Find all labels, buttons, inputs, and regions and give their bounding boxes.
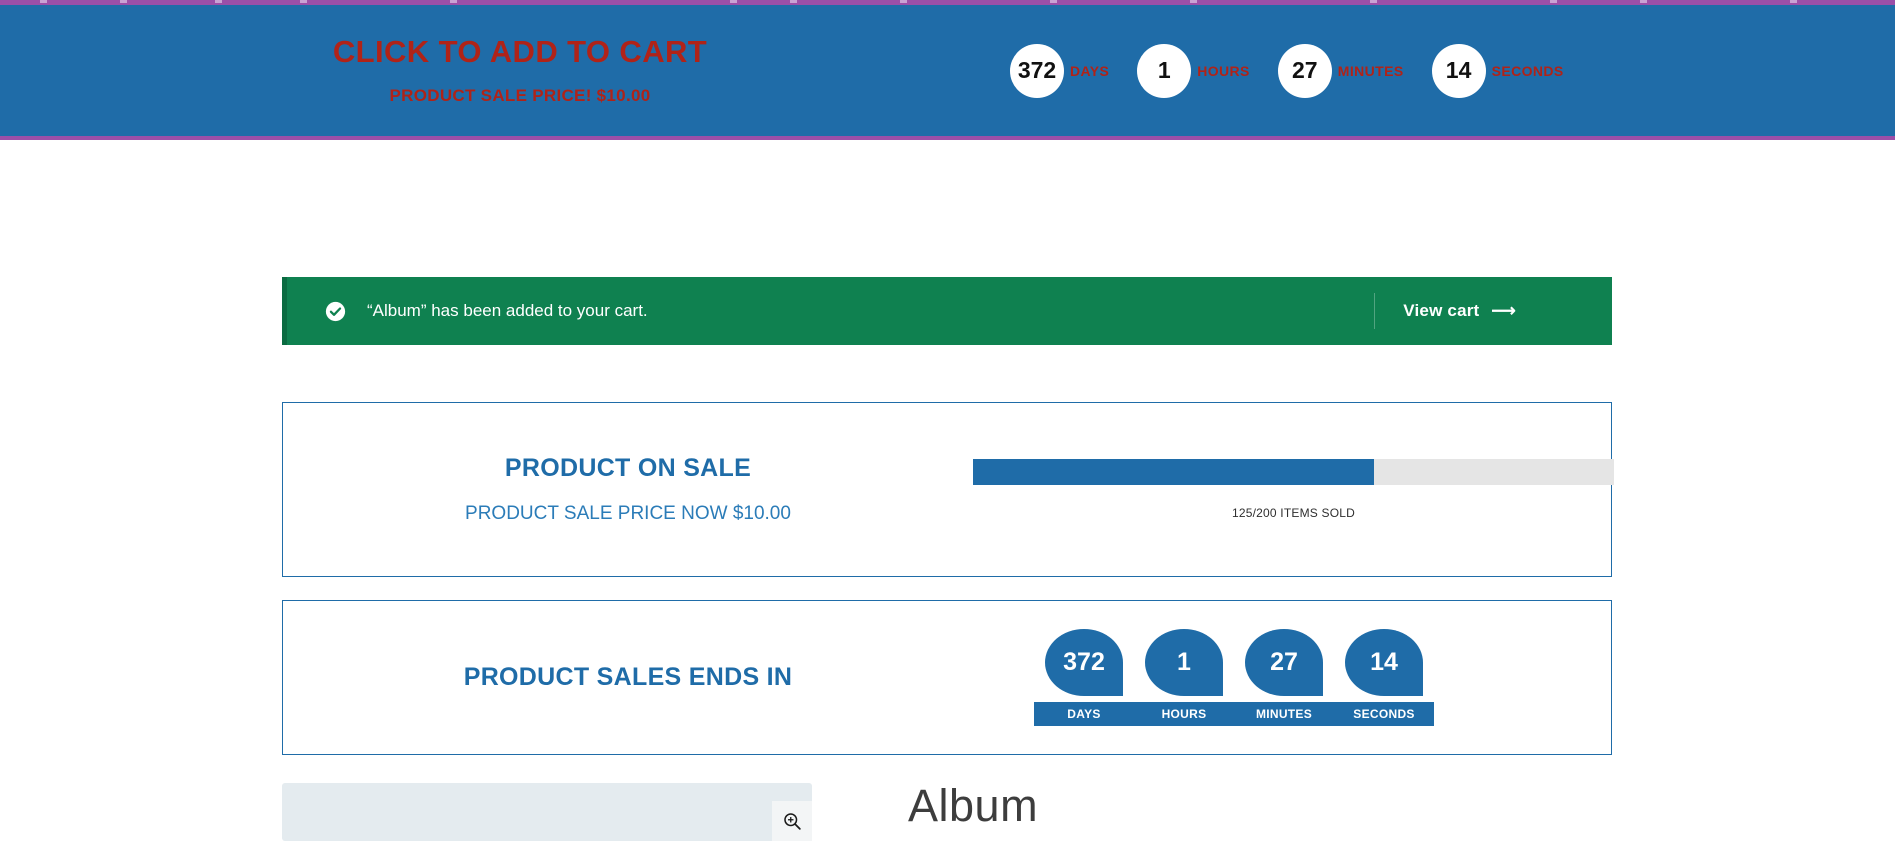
magnifier-plus-icon[interactable] (772, 801, 812, 841)
items-sold-progress-bar (973, 459, 1614, 485)
promo-countdown-value-hours: 1 (1137, 43, 1192, 98)
view-cart-link[interactable]: View cart ⟶ (1403, 301, 1516, 321)
cart-notice-content: “Album” has been added to your cart. (287, 301, 1374, 322)
items-sold-caption: 125/200 ITEMS SOLD (1232, 506, 1355, 520)
promo-countdown-label-minutes: MINUTES (1337, 62, 1404, 79)
sale-panel-title: PRODUCT ON SALE (504, 454, 752, 482)
countdown-label-hours: HOURS (1161, 707, 1207, 721)
ends-countdown-area: 372 1 27 14 DAYS HOURS MINUTES SECONDS (973, 629, 1611, 726)
countdown-tile-seconds: 14 (1345, 629, 1423, 696)
promo-countdown-value-minutes: 27 (1277, 43, 1332, 98)
promo-subline: PRODUCT SALE PRICE! $10.00 (389, 86, 651, 106)
ends-panel-title: PRODUCT SALES ENDS IN (463, 663, 793, 691)
promo-countdown-label-days: DAYS (1070, 62, 1110, 79)
countdown-tile-row: 372 1 27 14 (1045, 629, 1423, 696)
promo-countdown-unit-hours: 1 HOURS (1137, 43, 1250, 98)
promo-headline: CLICK TO ADD TO CART (332, 33, 708, 69)
cart-added-notice: “Album” has been added to your cart. Vie… (282, 277, 1612, 345)
promo-countdown-value-seconds: 14 (1431, 43, 1486, 98)
promo-countdown-value-days: 372 (1010, 43, 1064, 98)
sale-panel-text: PRODUCT ON SALE PRODUCT SALE PRICE NOW $… (283, 454, 973, 525)
countdown-label-days: DAYS (1067, 707, 1101, 721)
countdown-label-minutes: MINUTES (1255, 707, 1313, 721)
items-sold-progress-fill (973, 459, 1374, 485)
countdown-label-seconds: SECONDS (1353, 707, 1415, 721)
countdown-tile-minutes: 27 (1245, 629, 1323, 696)
countdown-tile-days: 372 (1045, 629, 1123, 696)
product-title: Album (908, 780, 1039, 831)
product-sales-ends-panel: PRODUCT SALES ENDS IN 372 1 27 14 DAYS H… (282, 600, 1612, 755)
promo-countdown-label-seconds: SECONDS (1491, 62, 1564, 79)
countdown-label-bar: DAYS HOURS MINUTES SECONDS (1034, 702, 1434, 726)
product-on-sale-panel: PRODUCT ON SALE PRODUCT SALE PRICE NOW $… (282, 402, 1614, 577)
sale-panel-subtitle: PRODUCT SALE PRICE NOW $10.00 (465, 503, 791, 524)
arrow-right-icon: ⟶ (1491, 301, 1516, 320)
promo-countdown-unit-seconds: 14 SECONDS (1431, 43, 1564, 98)
cart-notice-message: “Album” has been added to your cart. (367, 301, 648, 320)
promo-countdown-unit-days: 372 DAYS (1010, 43, 1110, 98)
promo-countdown-label-hours: HOURS (1197, 62, 1250, 79)
ends-panel-text: PRODUCT SALES ENDS IN (283, 663, 973, 692)
promo-countdown-unit-minutes: 27 MINUTES (1277, 43, 1404, 98)
check-circle-icon (325, 301, 346, 322)
promo-message-block: CLICK TO ADD TO CART PRODUCT SALE PRICE!… (0, 33, 1010, 106)
notice-divider (1374, 293, 1376, 329)
view-cart-label: View cart (1403, 301, 1480, 320)
product-image-gallery[interactable] (282, 783, 812, 841)
countdown-tile-hours: 1 (1145, 629, 1223, 696)
sale-progress-area: 125/200 ITEMS SOLD (973, 459, 1654, 520)
promo-banner[interactable]: CLICK TO ADD TO CART PRODUCT SALE PRICE!… (0, 5, 1895, 140)
promo-countdown: 372 DAYS 1 HOURS 27 MINUTES 14 SECONDS (1010, 43, 1564, 98)
cart-notice-actions: View cart ⟶ (1374, 277, 1612, 345)
